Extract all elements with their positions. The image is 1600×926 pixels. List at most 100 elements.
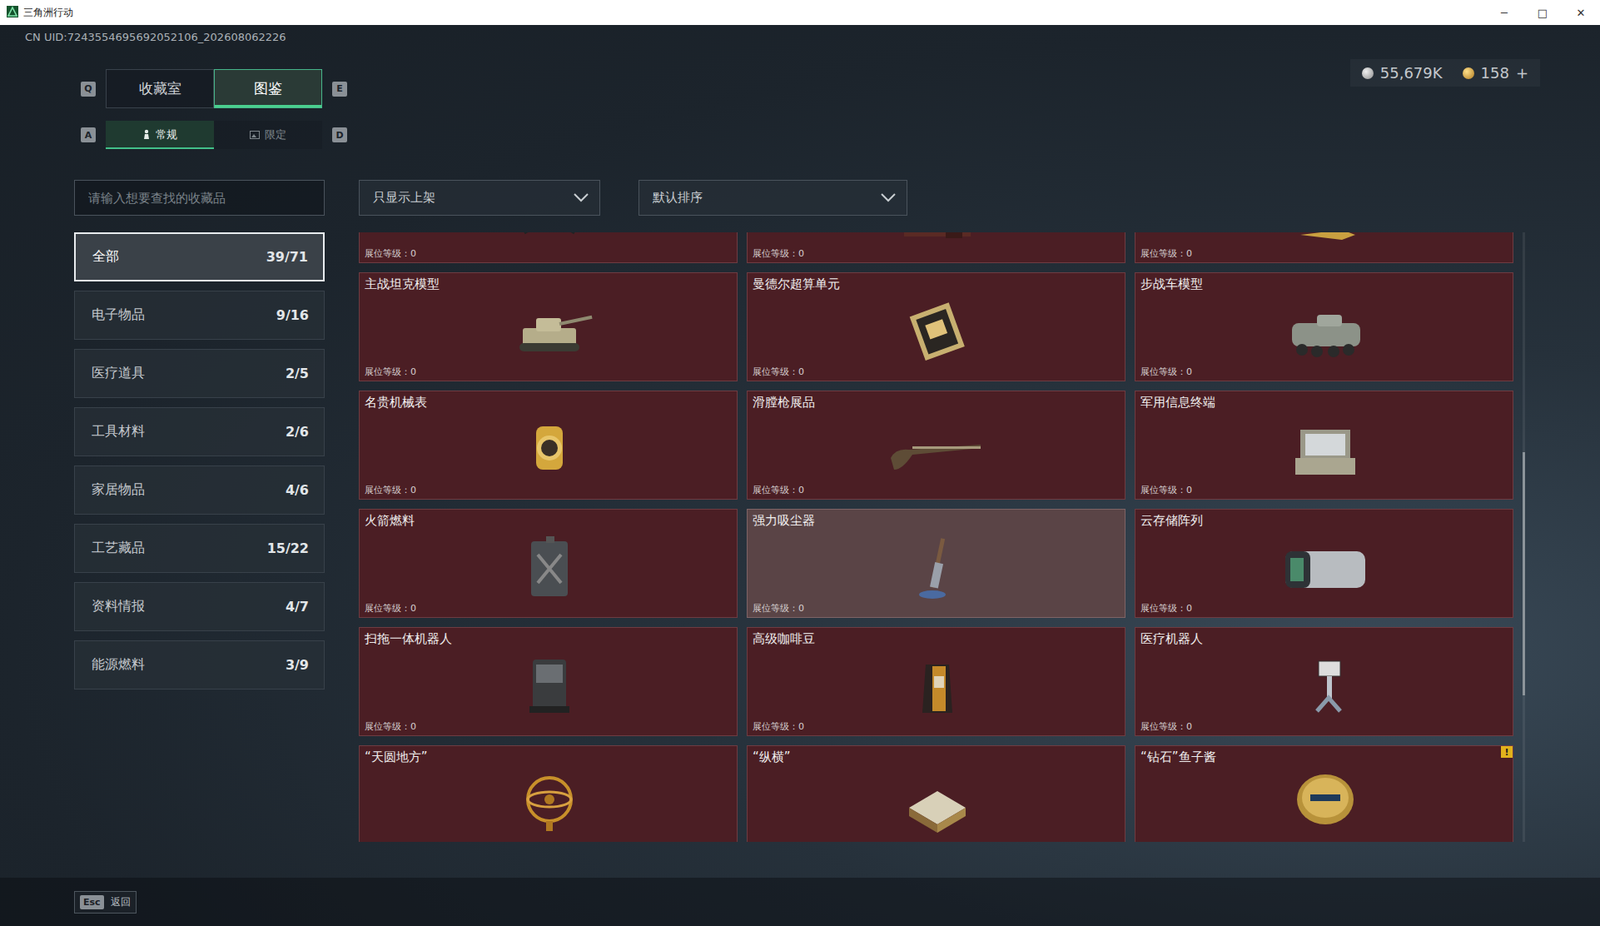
scrollbar[interactable] bbox=[1522, 232, 1526, 842]
booth-level bbox=[364, 839, 734, 842]
item-name: 步战车模型 bbox=[1140, 275, 1510, 293]
subtab[interactable]: 限定 bbox=[213, 120, 323, 150]
category-label: 家居物品 bbox=[91, 481, 145, 499]
filter-dropdown[interactable]: 只显示上架 bbox=[358, 179, 601, 216]
add-currency-button[interactable]: + bbox=[1515, 64, 1529, 82]
item-image-icon bbox=[364, 232, 734, 249]
booth-level: 展位等级：0 bbox=[1140, 366, 1510, 378]
maximize-button[interactable]: □ bbox=[1523, 0, 1562, 25]
sidebar-item[interactable]: 能源燃料 3/9 bbox=[74, 640, 325, 690]
collection-card[interactable]: 展位等级：0 bbox=[358, 232, 738, 264]
collection-card[interactable]: 展位等级：0 bbox=[1134, 232, 1514, 264]
footer-bar: Esc返回 bbox=[0, 877, 1600, 926]
filter-row: 只显示上架默认排序 bbox=[358, 179, 1525, 216]
key-hint: E bbox=[332, 81, 348, 97]
close-button[interactable]: ✕ bbox=[1561, 0, 1600, 25]
collection-card[interactable]: “纵横” bbox=[746, 745, 1126, 842]
collection-card[interactable]: 高级咖啡豆展位等级：0 bbox=[746, 626, 1126, 736]
collection-card[interactable]: 扫拖一体机器人展位等级：0 bbox=[358, 626, 738, 736]
item-name: “纵横” bbox=[752, 748, 1122, 766]
key-hint: A bbox=[80, 127, 96, 143]
item-name: 高级咖啡豆 bbox=[752, 630, 1122, 647]
item-name: “天圆地方” bbox=[364, 748, 734, 766]
item-image-icon bbox=[364, 410, 734, 485]
item-name: 火箭燃料 bbox=[364, 511, 734, 529]
category-count: 9/16 bbox=[276, 307, 309, 323]
booth-level: 展位等级：0 bbox=[752, 366, 1122, 378]
sidebar-item[interactable]: 电子物品 9/16 bbox=[74, 290, 325, 340]
category-count: 15/22 bbox=[267, 540, 309, 557]
item-image-icon bbox=[1140, 292, 1510, 367]
item-image-icon bbox=[1140, 232, 1510, 249]
item-image-icon bbox=[752, 410, 1122, 485]
tab[interactable]: 图鉴 bbox=[213, 69, 323, 109]
subtab-label: 限定 bbox=[264, 127, 287, 143]
item-name: 强力吸尘器 bbox=[752, 511, 1122, 529]
back-button[interactable]: Esc返回 bbox=[74, 890, 137, 914]
category-count: 4/7 bbox=[285, 598, 309, 615]
item-image-icon bbox=[364, 528, 734, 603]
sidebar-item[interactable]: 医疗道具2/5 bbox=[74, 348, 325, 398]
sidebar-item[interactable]: 资料情报4/7 bbox=[74, 581, 325, 632]
figure-icon bbox=[142, 129, 151, 142]
subtab[interactable]: 常规 bbox=[105, 120, 214, 150]
booth-level: 展位等级：0 bbox=[1140, 248, 1510, 260]
collection-card[interactable]: 曼德尔超算单元展位等级：0 bbox=[746, 272, 1126, 382]
item-image-icon bbox=[752, 528, 1122, 603]
collection-card[interactable]: 名贵机械表展位等级：0 bbox=[358, 390, 738, 500]
currency-amount: 158 bbox=[1480, 64, 1510, 82]
category-count: 4/6 bbox=[285, 481, 309, 498]
collection-card[interactable]: 军用信息终端展位等级：0 bbox=[1134, 390, 1514, 500]
sidebar-item[interactable]: 工具材料2/6 bbox=[74, 407, 325, 457]
key-hint: Q bbox=[80, 81, 96, 97]
collection-card[interactable]: 云存储阵列展位等级：0 bbox=[1134, 508, 1514, 618]
collection-card[interactable]: 展位等级：0 bbox=[746, 232, 1126, 264]
collection-card[interactable]: 医疗机器人展位等级：0 bbox=[1134, 626, 1514, 736]
collection-card[interactable]: 滑膛枪展品展位等级：0 bbox=[746, 390, 1126, 500]
tab[interactable]: 收藏室 bbox=[105, 69, 214, 109]
scrollbar-thumb[interactable] bbox=[1522, 452, 1526, 696]
category-label: 全部 bbox=[92, 248, 120, 266]
filter-dropdown[interactable]: 默认排序 bbox=[638, 179, 908, 216]
chevron-down-icon bbox=[572, 190, 590, 206]
item-name: 名贵机械表 bbox=[364, 393, 734, 411]
game-window: CN UID:7243554695692052106_202608062226Q… bbox=[0, 24, 1600, 926]
sidebar-item[interactable]: 工艺藏品 15/22 bbox=[74, 523, 325, 573]
item-image-icon bbox=[752, 765, 1122, 840]
collection-card[interactable]: 主战坦克模型展位等级：0 bbox=[358, 272, 738, 382]
category-label: 能源燃料 bbox=[91, 655, 145, 674]
sub-tabs: 常规 限定 bbox=[105, 120, 323, 150]
item-name: 主战坦克模型 bbox=[364, 275, 734, 293]
booth-level: 展位等级：0 bbox=[752, 248, 1122, 260]
sidebar-item[interactable]: 家居物品 4/6 bbox=[74, 465, 325, 515]
item-name: 滑膛枪展品 bbox=[752, 393, 1122, 411]
booth-level: 展位等级：0 bbox=[364, 366, 734, 378]
booth-level: 展位等级：0 bbox=[364, 484, 734, 497]
search-box bbox=[74, 179, 325, 216]
minimize-button[interactable]: ─ bbox=[1485, 0, 1524, 25]
sidebar-item[interactable]: 全部39/71 bbox=[74, 232, 325, 282]
category-label: 电子物品 bbox=[91, 306, 145, 324]
collection-card[interactable]: 步战车模型展位等级：0 bbox=[1134, 272, 1514, 382]
collection-card[interactable]: “天圆地方” bbox=[358, 745, 738, 842]
item-image-icon bbox=[364, 765, 734, 840]
booth-level: 展位等级：0 bbox=[752, 720, 1122, 733]
currency-display: 55,679K 158 + bbox=[1350, 59, 1541, 87]
collection-card[interactable]: 强力吸尘器展位等级：0 bbox=[746, 508, 1126, 618]
right-panel: 只显示上架默认排序展位等级：0展位等级：0展位等级：0主战坦克模型展位等级：0曼… bbox=[358, 179, 1525, 842]
category-label: 工艺藏品 bbox=[91, 539, 145, 557]
collection-card[interactable]: 火箭燃料展位等级：0 bbox=[358, 508, 738, 618]
item-name: 云存储阵列 bbox=[1140, 511, 1510, 529]
item-image-icon bbox=[752, 292, 1122, 367]
booth-level: 展位等级：0 bbox=[1140, 484, 1510, 497]
item-image-icon bbox=[752, 232, 1122, 249]
app-logo-icon bbox=[6, 5, 19, 20]
item-image-icon bbox=[1140, 765, 1510, 840]
item-image-icon bbox=[364, 292, 734, 367]
search-input[interactable] bbox=[86, 189, 313, 207]
picture-icon bbox=[249, 129, 260, 142]
currency-amount: 55,679K bbox=[1380, 64, 1443, 82]
collection-card[interactable]: “钻石”鱼子酱! bbox=[1134, 745, 1514, 842]
collection-area: 展位等级：0展位等级：0展位等级：0主战坦克模型展位等级：0曼德尔超算单元展位等… bbox=[358, 232, 1525, 842]
category-count: 3/9 bbox=[285, 656, 309, 673]
